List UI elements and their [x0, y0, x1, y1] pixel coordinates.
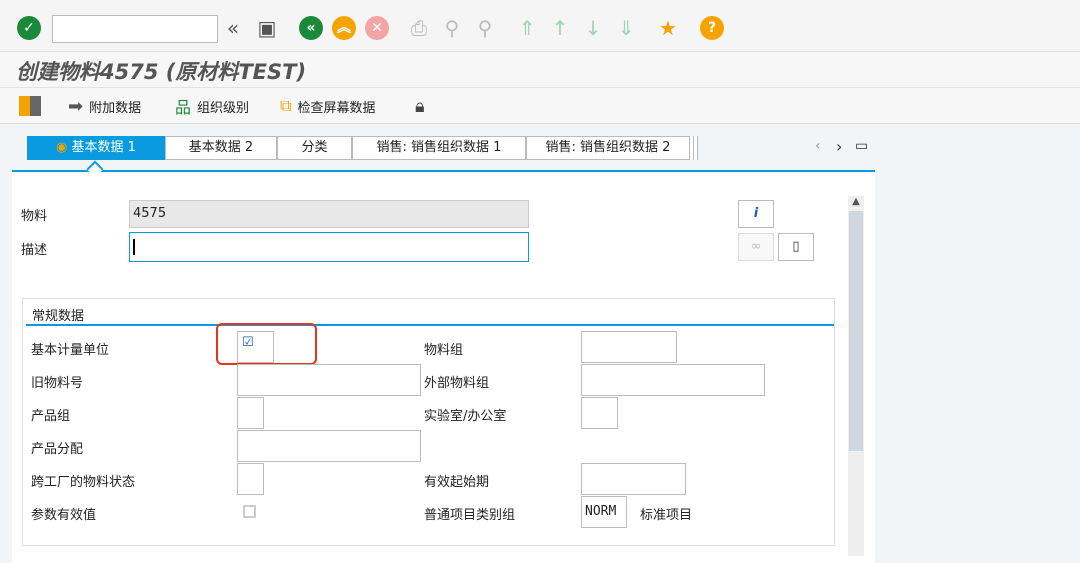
- print-icon[interactable]: ⎙: [407, 16, 431, 40]
- back-icon[interactable]: «: [299, 16, 323, 40]
- param-eff-label: 参数有效值: [31, 508, 97, 523]
- exit-icon[interactable]: ︽: [332, 16, 356, 40]
- document-icon[interactable]: ▯: [778, 233, 814, 261]
- material-label: 物料: [21, 209, 48, 224]
- check-screen-data-button[interactable]: ⧉ 检查屏幕数据: [280, 96, 375, 116]
- help-icon[interactable]: ?: [700, 16, 724, 40]
- glasses-icon[interactable]: ∞: [738, 233, 774, 261]
- arrow-right-icon: ➡: [68, 95, 84, 117]
- application-toolbar: ➡ 附加数据 品组织级别 ⧉ 检查屏幕数据 🔒︎: [0, 88, 1080, 124]
- division-input[interactable]: [237, 397, 264, 429]
- scroll-up-icon[interactable]: ▲: [848, 196, 864, 207]
- other-material-button[interactable]: [19, 96, 41, 116]
- find-icon[interactable]: ⚲: [440, 16, 464, 40]
- lab-office-input[interactable]: [581, 397, 618, 429]
- additional-data-button[interactable]: ➡ 附加数据: [68, 95, 141, 117]
- hierarchy-icon: 品: [175, 98, 192, 117]
- param-eff-checkbox[interactable]: [243, 505, 256, 518]
- check-data-icon: ⧉: [280, 96, 292, 115]
- title-bar: 创建物料4575 (原材料TEST): [0, 52, 1080, 88]
- scrollbar-thumb[interactable]: [849, 211, 863, 451]
- ext-material-group-input[interactable]: [581, 364, 765, 396]
- command-field[interactable]: [52, 15, 218, 43]
- tab-icon: ◉: [56, 140, 72, 155]
- system-toolbar: ✓ « ▣ « ︽ ✕ ⎙ ⚲ ⚲ ⇑ ↑ ↓ ⇓ ★ ?: [0, 0, 1080, 52]
- material-field: 4575: [129, 200, 529, 228]
- gen-item-cat-label: 普通项目类别组: [424, 508, 516, 523]
- cancel-icon[interactable]: ✕: [365, 16, 389, 40]
- tab-basic-data-2[interactable]: 基本数据 2: [165, 136, 277, 160]
- highlight-box: [216, 323, 317, 365]
- product-alloc-input[interactable]: [237, 430, 421, 462]
- lock-icon[interactable]: 🔒︎: [415, 96, 425, 117]
- ext-material-group-label: 外部物料组: [424, 376, 490, 391]
- switch-material-icon: [19, 96, 41, 116]
- find-next-icon[interactable]: ⚲: [473, 16, 497, 40]
- gen-item-cat-input[interactable]: NORM: [581, 496, 627, 528]
- tab-sales-org-2[interactable]: 销售: 销售组织数据 2: [526, 136, 690, 160]
- old-material-label: 旧物料号: [31, 376, 84, 391]
- new-session-icon[interactable]: ★: [656, 16, 680, 40]
- old-material-input[interactable]: [237, 364, 421, 396]
- description-label: 描述: [21, 243, 48, 258]
- xplant-status-label: 跨工厂的物料状态: [31, 475, 136, 490]
- product-alloc-label: 产品分配: [31, 442, 84, 457]
- org-levels-button[interactable]: 品组织级别: [175, 96, 249, 117]
- next-page-icon[interactable]: ↓: [581, 16, 605, 40]
- division-label: 产品组: [31, 409, 71, 424]
- vertical-scrollbar[interactable]: ▲: [848, 196, 864, 556]
- collapse-icon[interactable]: «: [221, 16, 245, 40]
- previous-page-icon[interactable]: ↑: [548, 16, 572, 40]
- group-title: 常规数据: [32, 309, 85, 324]
- last-page-icon[interactable]: ⇓: [614, 16, 638, 40]
- tab-list-icon[interactable]: ▭: [855, 138, 868, 154]
- tab-scroll-left-icon[interactable]: ‹: [815, 138, 821, 154]
- lab-office-label: 实验室/办公室: [424, 409, 507, 424]
- description-input[interactable]: [129, 232, 529, 262]
- xplant-status-input[interactable]: [237, 463, 264, 495]
- gen-item-cat-desc: 标准项目: [640, 508, 693, 523]
- tab-classification[interactable]: 分类: [277, 136, 352, 160]
- group-divider: [26, 324, 834, 326]
- material-group-input[interactable]: [581, 331, 677, 363]
- tab-scroll-right-icon[interactable]: ›: [836, 137, 842, 156]
- valid-from-label: 有效起始期: [424, 475, 490, 490]
- tab-basic-data-1[interactable]: ◉ 基本数据 1: [27, 136, 165, 160]
- base-uom-label: 基本计量单位: [31, 343, 110, 358]
- enter-icon[interactable]: ✓: [17, 16, 41, 40]
- first-page-icon[interactable]: ⇑: [515, 16, 539, 40]
- valid-from-input[interactable]: [581, 463, 686, 495]
- info-icon[interactable]: i: [738, 200, 774, 228]
- material-group-label: 物料组: [424, 343, 464, 358]
- save-icon[interactable]: ▣: [255, 16, 279, 40]
- page-title: 创建物料4575 (原材料TEST): [16, 60, 307, 84]
- tab-sales-org-1[interactable]: 销售: 销售组织数据 1: [352, 136, 526, 160]
